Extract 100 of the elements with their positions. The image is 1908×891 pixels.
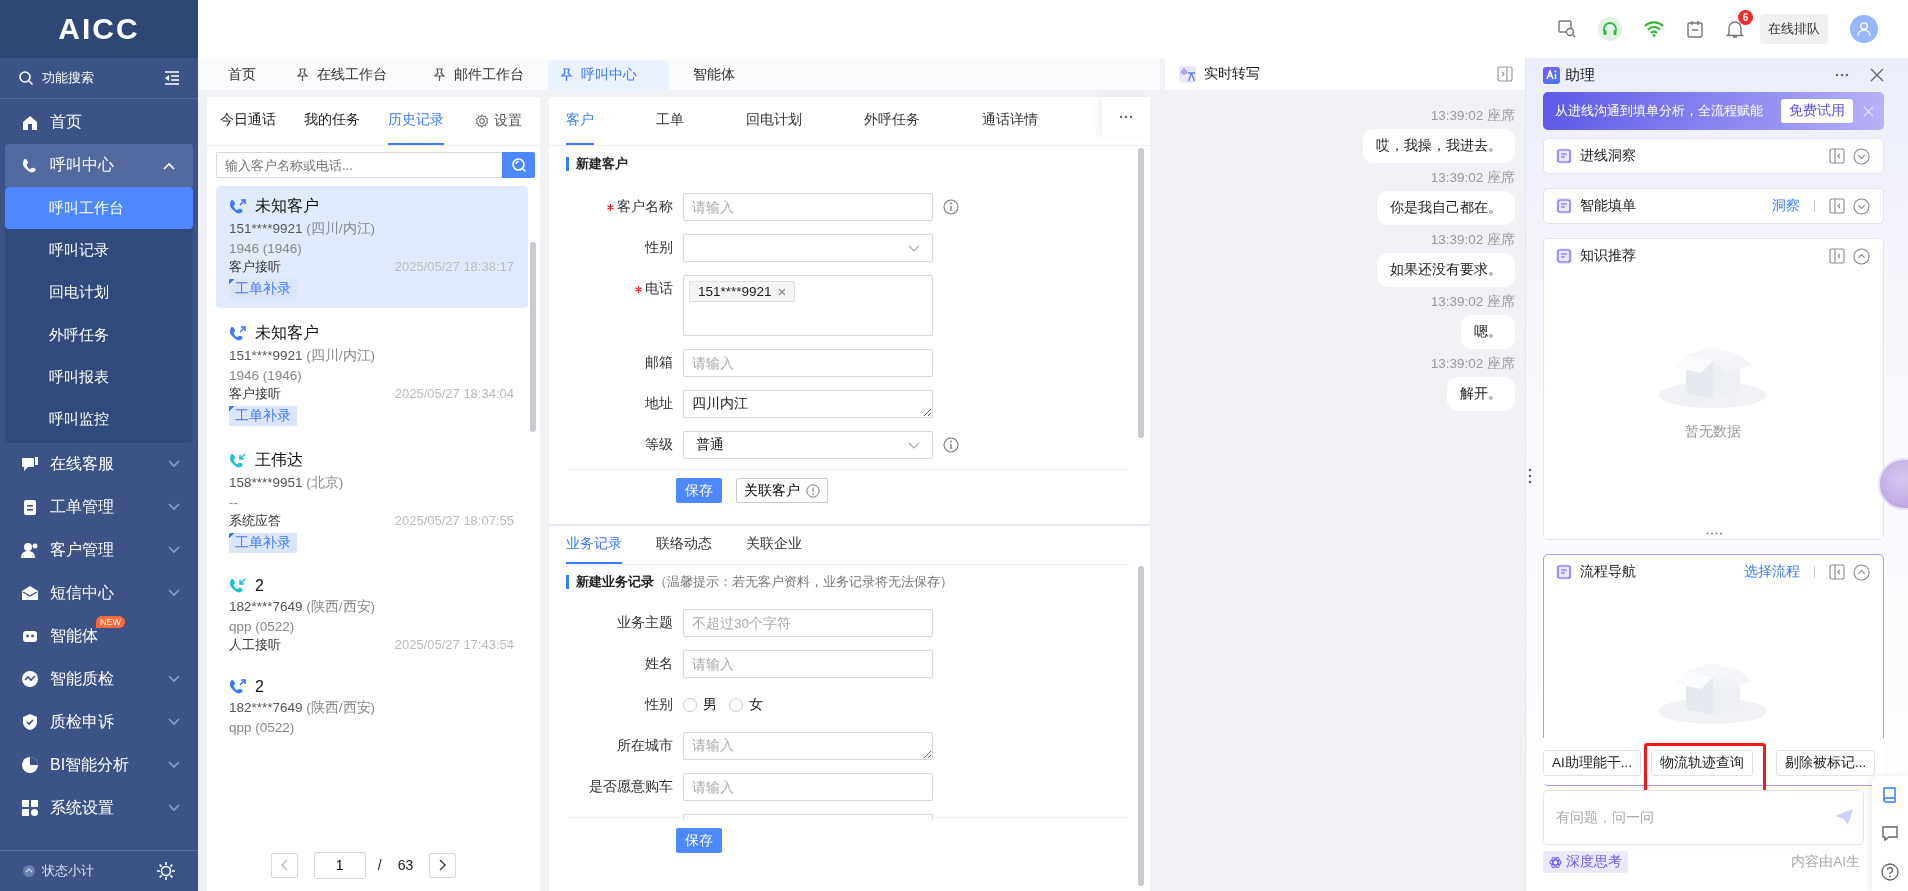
submenu-item[interactable]: 呼叫记录: [5, 229, 193, 272]
calendar-icon[interactable]: [1686, 20, 1704, 38]
form-tab[interactable]: 通话详情: [982, 97, 1038, 145]
sidebar-item[interactable]: 呼叫中心: [5, 144, 193, 187]
input-field[interactable]: 不超过30个字符: [683, 609, 933, 637]
expand-icon[interactable]: [1853, 147, 1870, 165]
select-field[interactable]: 普通: [683, 431, 933, 459]
settings-button[interactable]: 设置: [475, 97, 522, 145]
input-field[interactable]: 请输入: [683, 650, 933, 678]
screen-search-icon[interactable]: [1558, 20, 1576, 38]
sidebar-item[interactable]: 智能体 NEW: [0, 614, 198, 658]
call-record[interactable]: 2 182****7649 (陕西/西安) qpp (0522) 人工接听 2025/05/27 17:43:54: [216, 567, 528, 663]
call-record[interactable]: 王伟达 158****9951 (北京) -- 系统应答 2025/05/27 18:07:55 工单补录: [216, 440, 528, 562]
expand-icon[interactable]: [1853, 197, 1870, 215]
suggestion-chip[interactable]: AI助理能干...: [1543, 750, 1641, 776]
sidebar-item[interactable]: 系统设置: [0, 786, 198, 830]
call-record[interactable]: 未知客户 151****9921 (四川/内江) 1946 (1946) 客户接听 2025/05/27 18:38:17 工单补录: [216, 186, 528, 308]
submenu-item[interactable]: 呼叫监控: [5, 398, 193, 441]
card-link[interactable]: 洞察: [1772, 197, 1800, 215]
more-icon[interactable]: [1835, 73, 1849, 77]
collapse-icon[interactable]: [1853, 247, 1870, 265]
form-tab[interactable]: 业务记录: [566, 526, 622, 564]
sidebar-item[interactable]: 在线客服: [0, 442, 198, 486]
question-field[interactable]: 有问题，问一问: [1543, 790, 1864, 845]
search-field[interactable]: 输入客户名称或电话...: [216, 152, 502, 178]
side-panel-icon[interactable]: [1829, 198, 1845, 214]
sidebar-item[interactable]: 短信中心: [0, 571, 198, 615]
wifi-icon[interactable]: [1644, 21, 1664, 37]
collapse-panel-icon[interactable]: [1497, 66, 1513, 82]
collapse-icon[interactable]: [1853, 563, 1870, 581]
sidebar-item[interactable]: 质检申诉: [0, 700, 198, 744]
close-icon[interactable]: [777, 287, 786, 296]
call-record[interactable]: 2 182****7649 (陕西/西安) qpp (0522): [216, 668, 528, 744]
page-tab[interactable]: 邮件工作台: [411, 60, 546, 90]
side-panel-icon[interactable]: [1829, 148, 1845, 164]
textarea-field[interactable]: 请输入: [683, 732, 933, 760]
form-tab[interactable]: 回电计划: [746, 97, 802, 145]
link-customer-button[interactable]: 关联客户: [736, 478, 828, 503]
info-icon[interactable]: [943, 199, 959, 215]
form-tab[interactable]: 联络动态: [656, 526, 712, 564]
form-tab[interactable]: 外呼任务: [864, 97, 920, 145]
list-tab[interactable]: 今日通话: [220, 97, 276, 145]
sidebar-item[interactable]: 客户管理: [0, 528, 198, 572]
page-tab[interactable]: 在线工作台: [274, 60, 409, 90]
page-tab[interactable]: 呼叫中心: [548, 60, 669, 90]
bell-icon[interactable]: [1726, 19, 1744, 39]
side-panel-icon[interactable]: [1829, 564, 1845, 580]
tags-field[interactable]: 151****9921: [683, 275, 933, 336]
sidebar-item[interactable]: 首页: [0, 101, 198, 144]
chevron-right-icon: [438, 859, 447, 871]
queue-button[interactable]: 在线排队: [1760, 14, 1828, 44]
page-tab[interactable]: 首页: [212, 60, 272, 90]
form-tab[interactable]: 工单: [656, 97, 684, 145]
search-label[interactable]: 功能搜索: [42, 69, 156, 87]
book-icon[interactable]: [1881, 786, 1899, 805]
close-icon[interactable]: [1870, 68, 1884, 82]
search-button[interactable]: [502, 152, 535, 178]
help-icon[interactable]: [1881, 862, 1899, 881]
search-icon[interactable]: [18, 70, 34, 86]
avatar-icon[interactable]: [1850, 15, 1878, 43]
suggestion-chip[interactable]: 物流轨迹查询: [1651, 750, 1753, 776]
resize-handle-icon[interactable]: [1528, 468, 1532, 484]
info-icon[interactable]: [943, 437, 959, 453]
radio-option[interactable]: 男: [683, 696, 717, 714]
hint-text: （温馨提示：若无客户资料，业务记录将无法保存）: [654, 575, 953, 589]
form-tab[interactable]: 关联企业: [746, 526, 802, 564]
suggestion-chip[interactable]: 剔除被标记...: [1776, 750, 1876, 776]
free-trial-button[interactable]: 免费试用: [1781, 99, 1853, 123]
sidebar-item[interactable]: 智能质检: [0, 657, 198, 701]
field-label: 性别: [645, 696, 673, 714]
sidebar-item[interactable]: BI智能分析: [0, 743, 198, 787]
textarea-field[interactable]: 四川内江: [683, 390, 933, 418]
page-tab[interactable]: 智能体: [671, 60, 757, 90]
input-field[interactable]: 请输入: [683, 193, 933, 221]
call-record[interactable]: 未知客户 151****9921 (四川/内江) 1946 (1946) 客户接听 2025/05/27 18:34:04 工单补录: [216, 313, 528, 435]
collapse-menu-icon[interactable]: [164, 71, 180, 85]
input-field[interactable]: 请输入: [683, 349, 933, 377]
resize-handle-icon[interactable]: [1705, 532, 1722, 535]
page-field[interactable]: 1: [313, 851, 366, 879]
submenu-item[interactable]: 外呼任务: [5, 313, 193, 357]
message-bubble: 解开。: [1447, 377, 1515, 411]
submenu-item[interactable]: 呼叫报表: [5, 356, 193, 399]
chevron-left-icon: [280, 859, 289, 871]
headset-icon[interactable]: [1598, 17, 1622, 41]
deep-think-toggle[interactable]: 深度思考: [1543, 851, 1628, 873]
sun-icon[interactable]: [156, 861, 176, 881]
sidebar-item[interactable]: 工单管理: [0, 485, 198, 529]
list-tab[interactable]: 我的任务: [304, 97, 360, 145]
status-summary[interactable]: 状态小计: [42, 862, 94, 880]
card-title: 智能填单: [1580, 197, 1637, 215]
chat-bubble-icon[interactable]: [1881, 824, 1899, 843]
input-field[interactable]: 请输入: [683, 773, 933, 801]
card-link[interactable]: 选择流程: [1744, 563, 1800, 581]
next-page-button[interactable]: [429, 852, 457, 878]
list-tab[interactable]: 历史记录: [388, 97, 444, 145]
message-bubble: 你是我自己都在。: [1377, 191, 1515, 225]
select-field[interactable]: [683, 234, 933, 262]
submenu-item[interactable]: 回电计划: [5, 271, 193, 314]
radio-option[interactable]: 女: [729, 696, 763, 714]
side-panel-icon[interactable]: [1829, 248, 1845, 264]
